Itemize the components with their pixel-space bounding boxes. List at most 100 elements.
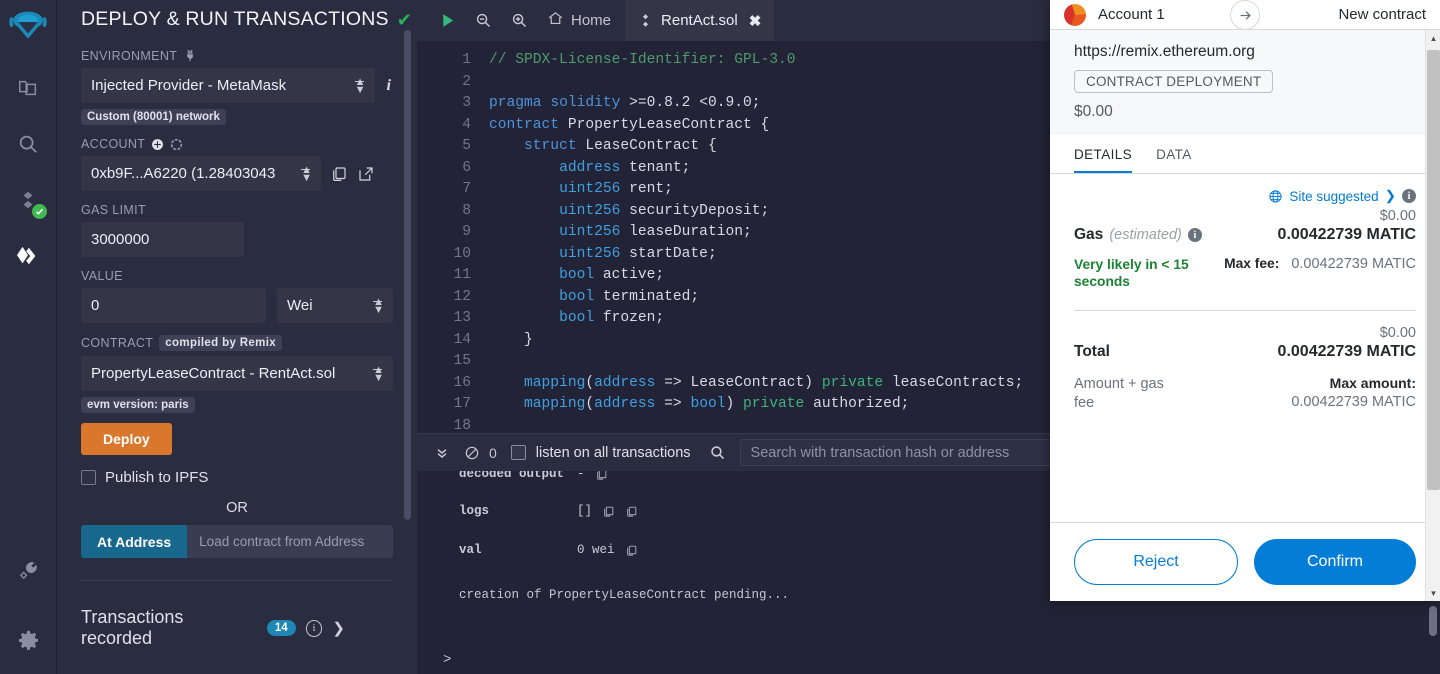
at-address-button[interactable]: At Address [81,525,188,558]
line-content: contract PropertyLeaseContract { [489,116,770,133]
add-account-icon[interactable] [151,138,164,151]
total-block: $0.00 Total 0.00422739 MATIC Amount + ga… [1074,325,1416,413]
max-amount-label: Max amount: [1329,375,1416,391]
gas-estimated-label: (estimated) [1109,227,1182,243]
line-content: // SPDX-License-Identifier: GPL-3.0 [489,52,796,68]
gas-limit-label: GAS LIMIT [81,203,146,217]
line-number: 8 [462,202,471,219]
zoom-out-icon[interactable] [465,0,501,41]
environment-info-icon[interactable]: i [385,77,393,95]
account-label: ACCOUNT [81,137,393,151]
account-select[interactable]: 0xb9F...A6220 (1.28403043 [81,156,321,191]
publish-ipfs-row[interactable]: Publish to IPFS [81,469,393,486]
transactions-recorded-label: Transactions recorded [81,607,184,648]
total-crypto: 0.00422739 MATIC [1277,343,1416,360]
metamask-details: Site suggested ❯ i $0.00 Gas (estimated)… [1050,174,1440,522]
line-content: struct LeaseContract { [489,138,717,154]
max-fee-label: Max fee: [1224,256,1280,271]
at-address-input[interactable] [187,525,393,558]
copy-account-icon[interactable] [330,165,348,183]
line-number: 5 [462,138,471,154]
close-icon[interactable]: ✖ [749,12,762,30]
terminal-row-decoded-output: decoded output - [417,471,608,481]
line-number: 10 [453,245,471,262]
max-fee-value: 0.00422739 MATIC [1291,256,1416,272]
listen-all-label: listen on all transactions [535,444,691,461]
line-number: 13 [453,310,471,326]
tab-label: RentAct.sol [661,12,738,29]
listen-all-checkbox[interactable] [510,445,526,460]
app-root: DEPLOY & RUN TRANSACTIONS ✔ ❯ ENVIRONMEN… [0,0,1440,674]
transactions-info-icon[interactable]: i [305,619,323,637]
compiled-by-remix-badge: compiled by Remix [159,335,283,351]
terminal-collapse-icon[interactable] [427,434,457,472]
listen-all-transactions-row[interactable]: listen on all transactions [510,444,691,461]
settings-gear-icon[interactable] [8,620,48,660]
confirm-button[interactable]: Confirm [1254,539,1416,585]
remix-logo[interactable] [6,8,50,52]
clear-console-icon[interactable] [457,434,487,472]
edit-account-icon[interactable] [357,165,375,183]
zoom-in-icon[interactable] [501,0,537,41]
gas-info-icon[interactable]: i [1187,228,1202,242]
tab-details[interactable]: DETAILS [1074,135,1133,173]
solidity-compiler-icon[interactable] [8,180,48,220]
scroll-thumb[interactable] [1427,50,1440,490]
metamask-header: Account 1 New contract [1050,0,1440,30]
copy-icon[interactable] [595,471,608,481]
search-icon[interactable] [8,124,48,164]
tab-data[interactable]: DATA [1156,135,1192,173]
contract-select[interactable]: PropertyLeaseContract - RentAct.sol [81,356,393,391]
panel-scrollbar[interactable] [404,30,411,520]
value-input[interactable] [81,288,266,323]
scroll-up-icon[interactable]: ▲ [1426,30,1440,46]
environment-select[interactable]: Injected Provider - MetaMask [81,68,375,103]
total-sub-label: Amount + gas fee [1074,376,1164,411]
transactions-recorded-count: 14 [266,620,296,636]
plugin-manager-icon[interactable] [8,550,48,590]
terminal-prompt[interactable]: > [443,652,451,668]
total-fiat: $0.00 [1379,325,1416,341]
site-suggested-row[interactable]: Site suggested ❯ i [1074,174,1416,204]
terminal-search-icon[interactable] [709,444,726,461]
gas-fiat-row: $0.00 [1074,208,1416,224]
line-content: uint256 leaseDuration; [559,224,752,240]
deploy-button[interactable]: Deploy [81,423,172,455]
avatar [1064,3,1086,26]
run-icon[interactable] [429,0,465,41]
line-number: 4 [462,116,471,133]
tab-home[interactable]: Home [537,0,625,41]
scroll-down-icon[interactable]: ▼ [1426,585,1440,601]
gas-limit-input[interactable] [81,222,244,257]
plug-icon [183,49,197,63]
value-row: Wei ▲▼ [81,288,393,323]
copy-icon[interactable] [625,544,638,557]
publish-ipfs-checkbox[interactable] [81,470,96,485]
deploy-run-panel: DEPLOY & RUN TRANSACTIONS ✔ ❯ ENVIRONMEN… [57,0,417,674]
transactions-chevron-icon[interactable]: ❯ [332,619,345,637]
file-explorer-icon[interactable] [8,68,48,108]
account-select-wrap: 0xb9F...A6220 (1.28403043 ▲ ▼ [81,156,321,191]
evm-version-badge: evm version: paris [81,397,195,413]
terminal-value: - [577,471,585,481]
value-unit-select[interactable]: Wei [277,288,393,323]
line-number: 12 [453,288,471,305]
metamask-actions: Reject Confirm [1050,522,1440,601]
metamask-scrollbar[interactable]: ▲ ▼ [1425,30,1440,601]
globe-icon [1268,189,1283,204]
tab-rentact-sol[interactable]: RentAct.sol ✖ [625,0,775,41]
terminal-key: val [459,543,482,557]
contract-select-wrap: PropertyLeaseContract - RentAct.sol ▲ ▼ [81,356,393,391]
deploy-run-icon[interactable] [8,236,48,276]
copy-raw-icon[interactable] [625,505,638,518]
reject-button[interactable]: Reject [1074,539,1238,585]
terminal-scrollbar[interactable] [1429,606,1437,636]
gas-settings-info-icon[interactable]: i [1402,189,1416,203]
metamask-destination: New contract [1338,6,1426,23]
copy-icon[interactable] [602,505,615,518]
total-sub-row: Amount + gas fee Max amount: 0.00422739 … [1074,375,1416,413]
metamask-account-name[interactable]: Account 1 [1098,6,1165,23]
transactions-recorded-row[interactable]: Transactions recorded 14 i ❯ [81,581,393,649]
line-content: bool frozen; [559,310,665,326]
line-number: 15 [453,353,471,369]
